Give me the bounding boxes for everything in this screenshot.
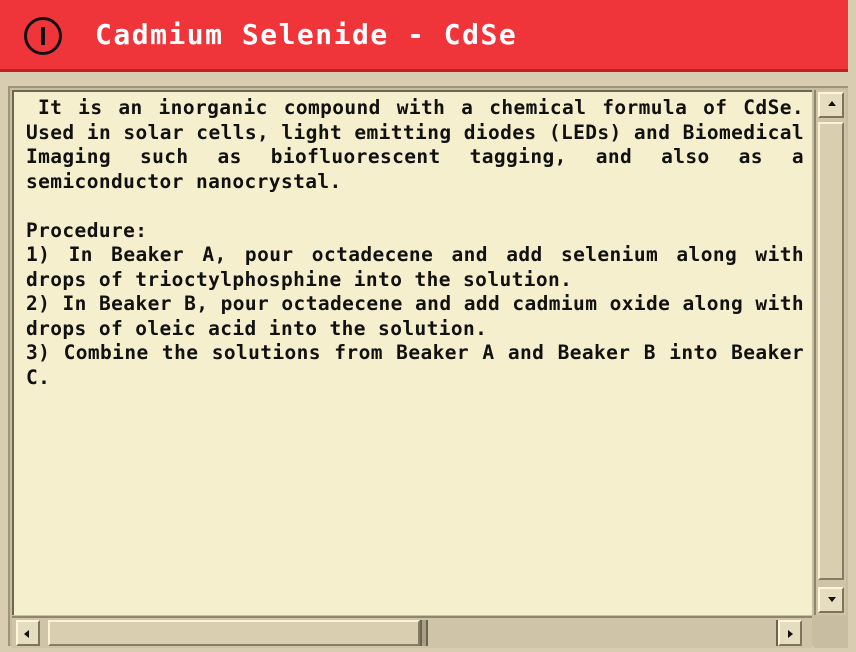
intro-paragraph: It is an inorganic compound with a chemi… (26, 96, 804, 193)
info-icon (24, 17, 62, 55)
procedure-heading: Procedure: (26, 218, 148, 242)
arrow-down-icon (828, 597, 836, 602)
scrollbar-corner (814, 616, 848, 648)
title-bar[interactable]: Cadmium Selenide - CdSe (0, 0, 848, 72)
scroll-down-button[interactable] (818, 587, 844, 613)
info-window: Cadmium Selenide - CdSe It is an inorgan… (0, 0, 856, 652)
procedure-step-2: 2) In Beaker B, pour octadecene and add … (26, 292, 804, 340)
horizontal-scrollbar[interactable] (12, 616, 812, 648)
text-body: It is an inorganic compound with a chemi… (26, 96, 804, 390)
scroll-left-button[interactable] (16, 620, 40, 646)
vertical-scrollbar[interactable] (814, 90, 846, 615)
procedure-step-3: 3) Combine the solutions from Beaker A a… (26, 341, 804, 389)
text-area[interactable]: It is an inorganic compound with a chemi… (12, 90, 812, 615)
window-title: Cadmium Selenide - CdSe (95, 18, 518, 51)
procedure-step-1: 1) In Beaker A, pour octadecene and add … (26, 243, 804, 291)
arrow-up-icon (828, 101, 836, 106)
scroll-up-button[interactable] (818, 92, 844, 118)
vertical-scroll-thumb[interactable] (818, 122, 844, 580)
arrow-right-icon (788, 630, 793, 638)
arrow-left-icon (24, 630, 29, 638)
scrollbar-divider (420, 620, 428, 646)
horizontal-scroll-thumb[interactable] (48, 620, 420, 646)
scroll-right-button[interactable] (778, 620, 802, 646)
